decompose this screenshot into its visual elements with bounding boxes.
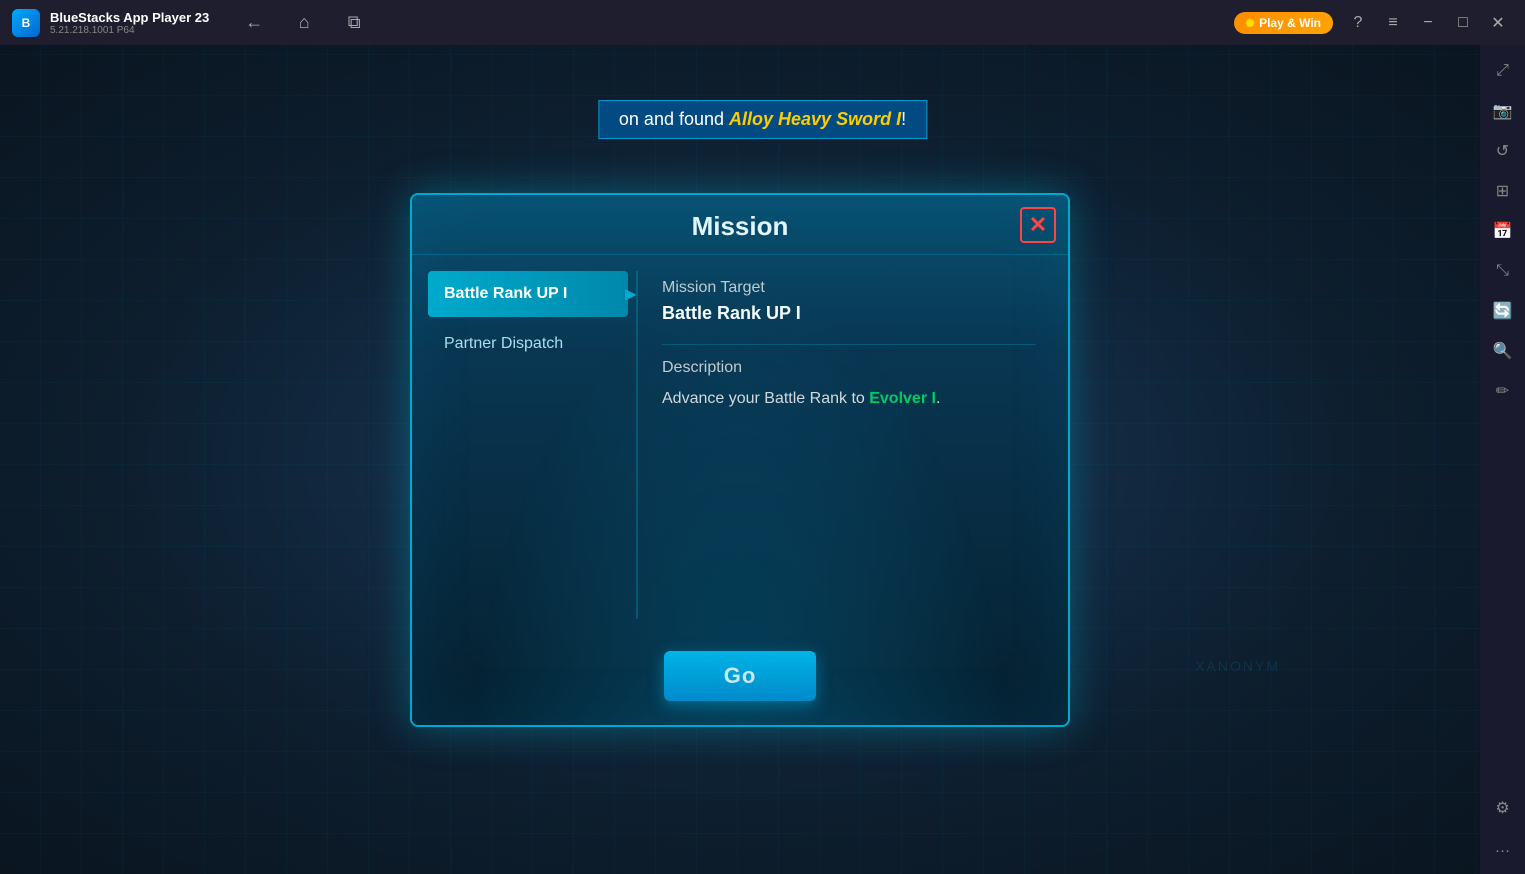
sidebar-search-icon[interactable]: 🔍 (1487, 335, 1519, 367)
home-button[interactable]: ⌂ (289, 8, 319, 38)
go-button[interactable]: Go (664, 651, 817, 701)
play-win-label: Play & Win (1259, 16, 1321, 30)
play-win-dot (1246, 19, 1254, 27)
dialog-header: Mission (412, 195, 1068, 255)
mission-target-value: Battle Rank UP I (662, 303, 1036, 324)
sidebar-edit-icon[interactable]: ✏ (1487, 375, 1519, 407)
desc-after: . (936, 390, 940, 407)
app-title: BlueStacks App Player 23 (50, 10, 209, 25)
mission-detail: Mission Target Battle Rank UP I Descript… (646, 271, 1052, 619)
description-text: Advance your Battle Rank to Evolver I. (662, 387, 1036, 411)
mission-item-label: Partner Dispatch (444, 335, 563, 352)
maximize-button[interactable]: □ (1448, 8, 1478, 38)
desc-before: Advance your Battle Rank to (662, 390, 869, 407)
back-button[interactable]: ← (239, 8, 269, 38)
bluestacks-logo: B (12, 9, 40, 37)
detail-separator (662, 344, 1036, 345)
right-sidebar: ⤢ 📷 ↺ ⊞ 📅 ⤡ 🔄 🔍 ✏ ⚙ … (1480, 45, 1525, 874)
multi-instance-button[interactable]: ⧉ (339, 8, 369, 38)
play-win-button[interactable]: Play & Win (1234, 12, 1333, 34)
title-bar-right: Play & Win ? ≡ − □ ✕ (1222, 8, 1525, 38)
mission-dialog: Mission ✕ Battle Rank UP I Partner Dispa… (410, 193, 1070, 727)
mission-description-section: Description Advance your Battle Rank to … (662, 359, 1036, 411)
mission-target-section: Mission Target Battle Rank UP I (662, 279, 1036, 324)
nav-buttons: ← ⌂ ⧉ (219, 8, 389, 38)
dialog-footer: Go (412, 635, 1068, 725)
mission-item-label: Battle Rank UP I (444, 285, 567, 302)
sidebar-rotate-icon[interactable]: 🔄 (1487, 295, 1519, 327)
description-title: Description (662, 359, 1036, 377)
sidebar-expand-icon[interactable]: ⤢ (1487, 55, 1519, 87)
menu-button[interactable]: ≡ (1378, 8, 1408, 38)
sidebar-grid-icon[interactable]: ⊞ (1487, 175, 1519, 207)
sidebar-refresh-icon[interactable]: ↺ (1487, 135, 1519, 167)
dialog-overlay: Mission ✕ Battle Rank UP I Partner Dispa… (0, 45, 1480, 874)
mission-item-partner-dispatch[interactable]: Partner Dispatch (428, 321, 628, 367)
help-button[interactable]: ? (1343, 8, 1373, 38)
mission-item-battle-rank-up[interactable]: Battle Rank UP I (428, 271, 628, 317)
sidebar-screenshot-icon[interactable]: 📷 (1487, 95, 1519, 127)
dialog-title: Mission (432, 211, 1048, 242)
sidebar-calendar-icon[interactable]: 📅 (1487, 215, 1519, 247)
window-controls: ? ≡ − □ ✕ (1343, 8, 1513, 38)
dialog-close-button[interactable]: ✕ (1020, 207, 1056, 243)
sidebar-resize-icon[interactable]: ⤡ (1487, 255, 1519, 287)
sidebar-more-icon[interactable]: … (1487, 832, 1519, 864)
sidebar-settings-icon[interactable]: ⚙ (1487, 792, 1519, 824)
minimize-button[interactable]: − (1413, 8, 1443, 38)
dialog-divider (636, 271, 638, 619)
close-button[interactable]: ✕ (1483, 8, 1513, 38)
app-version: 5.21.218.1001 P64 (50, 25, 209, 36)
mission-target-title: Mission Target (662, 279, 1036, 297)
app-title-block: BlueStacks App Player 23 5.21.218.1001 P… (50, 10, 209, 36)
dialog-body: Battle Rank UP I Partner Dispatch Missio… (412, 255, 1068, 635)
title-bar-left: B BlueStacks App Player 23 5.21.218.1001… (0, 8, 1222, 38)
mission-list: Battle Rank UP I Partner Dispatch (428, 271, 628, 619)
sidebar-bottom: ⚙ … (1487, 792, 1519, 864)
desc-highlight: Evolver I (869, 390, 936, 407)
title-bar: B BlueStacks App Player 23 5.21.218.1001… (0, 0, 1525, 45)
